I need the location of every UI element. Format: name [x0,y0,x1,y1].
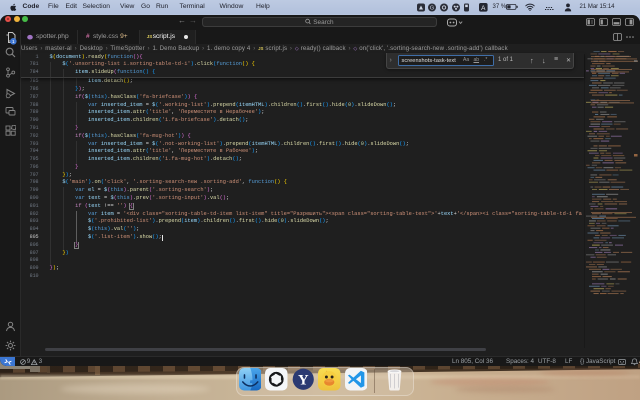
svg-text:Y: Y [297,373,308,389]
svg-text:G: G [430,5,434,11]
svg-text:A: A [481,5,486,12]
